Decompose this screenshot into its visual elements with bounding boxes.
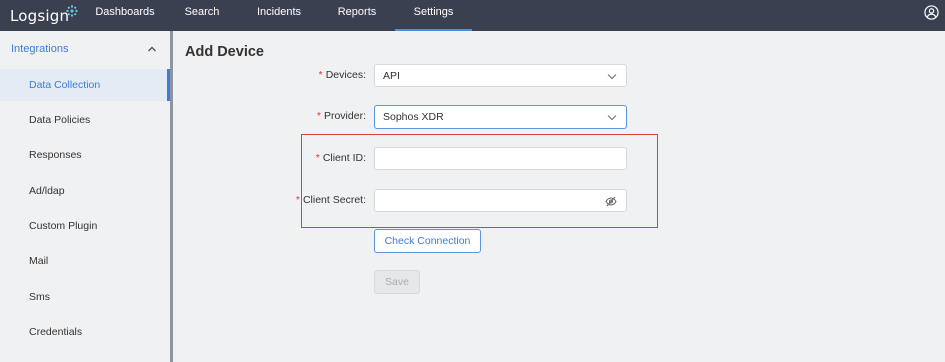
- check-connection-button[interactable]: Check Connection: [374, 229, 481, 253]
- client-id-label: * Client ID:: [315, 152, 366, 164]
- settings-sidebar: Integrations Data Collection Data Polici…: [0, 31, 170, 362]
- provider-label: * Provider:: [316, 110, 366, 122]
- chevron-down-icon: [607, 115, 617, 121]
- client-id-input[interactable]: [374, 147, 627, 170]
- sidebar-section-integrations[interactable]: Integrations: [0, 31, 170, 67]
- sidebar-section-label: Integrations: [11, 43, 69, 55]
- required-mark: *: [316, 110, 321, 122]
- provider-select-value: Sophos XDR: [383, 111, 444, 123]
- client-secret-input[interactable]: [374, 189, 627, 212]
- sidebar-item-custom-plugin[interactable]: Custom Plugin: [0, 210, 170, 242]
- required-mark: *: [315, 152, 320, 164]
- nav-reports[interactable]: Reports: [326, 0, 388, 31]
- top-navbar: Logsign Dashboards Search Incidents Repo…: [0, 0, 945, 31]
- sidebar-item-credentials[interactable]: Credentials: [0, 316, 170, 348]
- logsign-logo[interactable]: Logsign: [10, 5, 78, 27]
- client-secret-label: * Client Secret:: [295, 194, 366, 206]
- devices-select[interactable]: API: [374, 64, 627, 87]
- chevron-up-icon[interactable]: [147, 45, 157, 53]
- nav-incidents[interactable]: Incidents: [244, 0, 314, 31]
- required-mark: *: [295, 194, 300, 206]
- main-content: Add Device * Devices: API * Provider: Soph…: [173, 31, 945, 362]
- nav-search[interactable]: Search: [172, 0, 232, 31]
- user-circle-icon[interactable]: [924, 5, 939, 20]
- sidebar-item-sms[interactable]: Sms: [0, 281, 170, 313]
- nav-settings[interactable]: Settings: [395, 0, 472, 31]
- eye-slash-icon[interactable]: [605, 196, 617, 207]
- devices-label: * Devices:: [318, 69, 366, 81]
- sidebar-item-data-collection[interactable]: Data Collection: [0, 69, 170, 101]
- devices-select-value: API: [383, 69, 400, 82]
- sidebar-item-data-policies[interactable]: Data Policies: [0, 104, 170, 136]
- page-title: Add Device: [185, 44, 264, 60]
- logo-text: Logsign: [10, 7, 70, 25]
- chevron-down-icon: [607, 74, 617, 80]
- logo-mark-icon: [66, 5, 78, 17]
- provider-select[interactable]: Sophos XDR: [374, 105, 627, 129]
- nav-dashboards[interactable]: Dashboards: [87, 0, 163, 31]
- required-mark: *: [318, 69, 323, 81]
- save-button[interactable]: Save: [374, 270, 420, 294]
- sidebar-item-ad-ldap[interactable]: Ad/ldap: [0, 175, 170, 207]
- sidebar-item-responses[interactable]: Responses: [0, 139, 170, 171]
- sidebar-item-mail[interactable]: Mail: [0, 245, 170, 277]
